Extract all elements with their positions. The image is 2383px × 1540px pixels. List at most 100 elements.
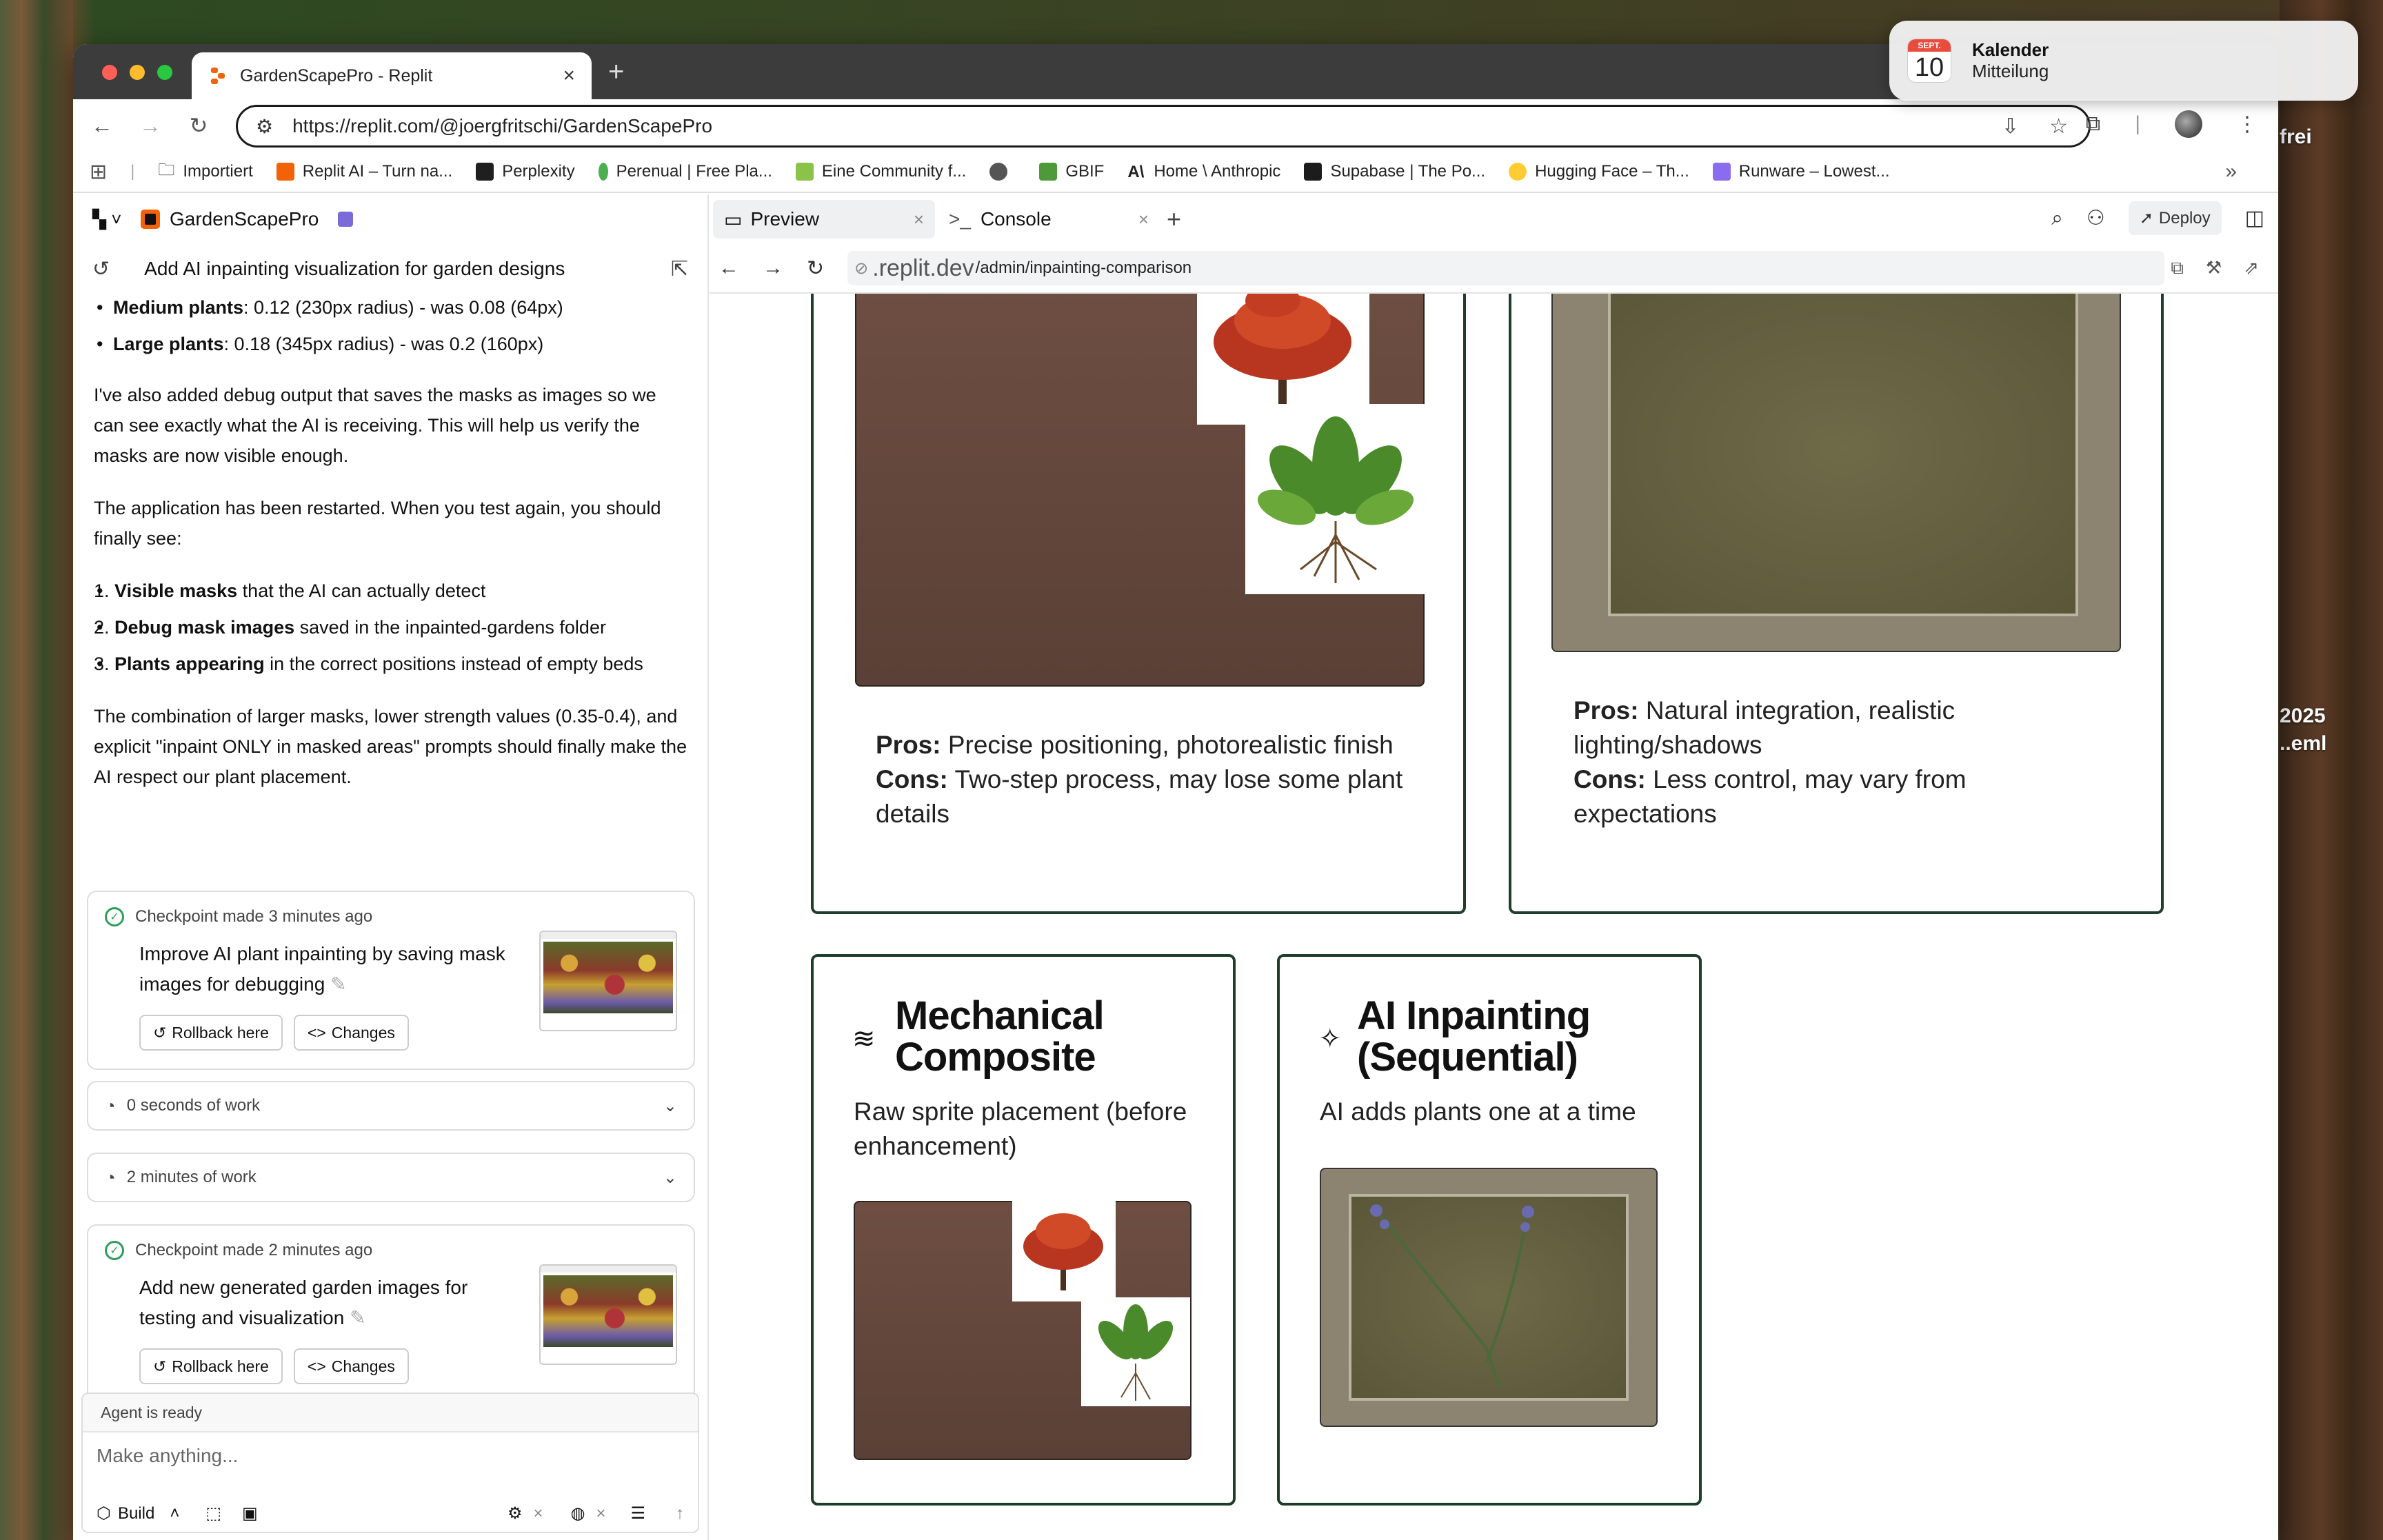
open-external-icon[interactable]: ⇗ [2244, 257, 2259, 279]
work-summary-collapsible[interactable]: ◔ 0 seconds of work ⌄ [87, 1081, 695, 1131]
tree-sprite [1012, 1201, 1116, 1301]
app-preview: Pros: Precise positioning, photorealisti… [709, 294, 2278, 1540]
rollback-button[interactable]: ↺ Rollback here [139, 1348, 283, 1384]
back-icon[interactable]: ← [87, 110, 117, 141]
bookmark-item[interactable]: Perenual | Free Pla... [598, 162, 772, 181]
remove-icon[interactable]: × [596, 1504, 605, 1523]
pros-cons-text: Pros: Precise positioning, photorealisti… [876, 731, 1403, 828]
inpainted-bed-image [1320, 1168, 1658, 1427]
search-icon[interactable]: ⌕ [2051, 207, 2063, 230]
split-panel-icon[interactable]: ◫ [2245, 206, 2264, 230]
replit-menu-icon[interactable]: ▚ ˅ [92, 209, 121, 230]
site-settings-icon[interactable]: ⚙ [256, 115, 273, 138]
desktop-label[interactable]: 2025 [2280, 705, 2326, 728]
add-tab-icon[interactable]: + [1167, 205, 1181, 234]
rollback-button[interactable]: ↺ Rollback here [139, 1015, 283, 1051]
zoom-window-button[interactable] [157, 65, 172, 80]
work-summary-collapsible[interactable]: ◔ 2 minutes of work ⌄ [87, 1153, 695, 1202]
bookmark-item[interactable]: Replit AI – Turn na... [276, 162, 452, 181]
changes-button[interactable]: <> Changes [293, 1015, 409, 1051]
devices-icon[interactable]: ⧉ [2171, 257, 2184, 279]
project-header: ▚ ˅ GardenScapePro [73, 194, 707, 244]
browser-tab[interactable]: GardenScapePro - Replit × [192, 52, 592, 99]
comparison-card: ≋ Mechanical Composite Raw sprite placem… [811, 954, 1236, 1506]
preview-address-bar: ← → ↻ ⊘ .replit.dev /admin/inpainting-co… [709, 244, 2278, 294]
runware-icon [1712, 163, 1731, 181]
close-tab-icon[interactable]: × [563, 64, 575, 88]
new-tab-button[interactable]: + [608, 57, 624, 88]
gauge-icon: ◔ [105, 1095, 116, 1116]
layers-icon: ≋ [852, 1024, 876, 1054]
forward-icon[interactable]: → [763, 256, 783, 280]
bookmark-item[interactable]: Supabase | The Po... [1304, 162, 1485, 181]
tab-console[interactable]: >_ Console × [938, 200, 1160, 239]
bookmark-item[interactable]: Perplexity [476, 162, 575, 181]
close-tab-icon[interactable]: × [914, 209, 924, 230]
menu-kebab-icon[interactable]: ⋮ [2237, 112, 2258, 136]
bookmark-star-icon[interactable]: ☆ [2049, 114, 2068, 139]
edit-pencil-icon[interactable]: ✎ [330, 973, 346, 995]
reload-icon[interactable]: ↻ [183, 110, 214, 141]
apps-grid-icon[interactable]: ⊞ [90, 160, 107, 184]
back-icon[interactable]: ← [718, 256, 739, 280]
bookmark-item[interactable]: Hugging Face – Th... [1509, 162, 1689, 181]
calendar-notification[interactable]: SEPT. 10 Kalender Mitteilung [1889, 21, 2358, 101]
remove-icon[interactable]: × [534, 1504, 543, 1523]
bookmark-item[interactable]: Eine Community f... [795, 162, 967, 181]
bookmark-item[interactable]: GBIF [1039, 162, 1104, 181]
build-mode-button[interactable]: ⬡ Build ˄ [97, 1503, 179, 1523]
preview-url-input[interactable]: ⊘ .replit.dev /admin/inpainting-comparis… [847, 251, 2165, 285]
invite-user-icon[interactable]: ⚇ [2087, 206, 2105, 230]
bookmark-label: Hugging Face – Th... [1535, 162, 1689, 181]
agent-composer: Agent is ready Make anything... ⬡ Build ˄ … [81, 1392, 699, 1533]
select-element-icon[interactable]: ⬚ [205, 1503, 221, 1523]
reload-icon[interactable]: ↻ [807, 256, 824, 281]
bookmark-item[interactable] [989, 163, 1016, 181]
agent-status: Agent is ready [83, 1394, 698, 1432]
forward-icon[interactable]: → [135, 110, 165, 141]
tab-preview[interactable]: ▭ Preview × [713, 200, 935, 239]
bookmark-item[interactable]: Runware – Lowest... [1712, 162, 1890, 181]
changes-button[interactable]: <> Changes [293, 1348, 409, 1384]
extensions-icon[interactable]: ⧉ [2086, 112, 2100, 136]
thread-title: Add AI inpainting visualization for gard… [144, 258, 565, 279]
project-badge-icon [338, 212, 354, 227]
web-search-toggle-icon[interactable]: ◍ [571, 1503, 585, 1523]
checkpoint-thumbnail[interactable] [539, 1264, 677, 1365]
checkpoint-header: ✓ Checkpoint made 3 minutes ago [105, 907, 372, 926]
hugging-face-icon [1509, 163, 1527, 181]
image-upload-icon[interactable]: ▣ [242, 1503, 258, 1523]
gbif-icon [1039, 163, 1058, 181]
list-item: 3. Plants appearing in the correct posit… [94, 649, 688, 679]
close-window-button[interactable] [102, 65, 117, 80]
bookmark-label: GBIF [1065, 162, 1105, 181]
new-chat-icon[interactable]: ⇱ [671, 257, 688, 281]
history-icon[interactable]: ↺ [92, 257, 110, 281]
minimize-window-button[interactable] [130, 65, 145, 80]
deploy-button[interactable]: ➚ Deploy [2128, 201, 2222, 235]
url-path: /admin/inpainting-comparison [975, 259, 1192, 277]
address-bar[interactable]: ⚙ https://replit.com/@joergfritschi/Gard… [236, 105, 2091, 148]
bookmark-label: Perplexity [502, 162, 575, 181]
desktop-label[interactable]: ..eml [2280, 732, 2326, 756]
prompt-input[interactable]: Make anything... [83, 1432, 698, 1479]
checkpoint-card: ✓ Checkpoint made 2 minutes ago Add new g… [87, 1224, 695, 1404]
profile-avatar[interactable] [2175, 110, 2202, 138]
url-text: https://replit.com/@joergfritschi/Garden… [292, 115, 713, 136]
settings-sliders-icon[interactable]: ☰ [630, 1503, 645, 1523]
bookmark-label: Eine Community f... [821, 162, 967, 181]
message-paragraph: The combination of larger masks, lower s… [94, 706, 687, 787]
desktop-label[interactable]: frei [2280, 125, 2312, 149]
project-name[interactable]: GardenScapePro [170, 208, 319, 230]
checkpoint-thumbnail[interactable] [539, 931, 677, 1031]
more-bookmarks-icon[interactable]: » [2225, 160, 2237, 183]
install-app-icon[interactable]: ⇩ [2002, 114, 2019, 139]
bookmark-item[interactable]: A\ Home \ Anthropic [1127, 162, 1280, 181]
cpu-toggle-icon[interactable]: ⚙ [507, 1503, 523, 1523]
edit-pencil-icon[interactable]: ✎ [350, 1307, 365, 1328]
devtools-wrench-icon[interactable]: ⚒ [2206, 257, 2222, 279]
bookmark-item[interactable]: 🗀 Importiert [158, 158, 252, 186]
close-tab-icon[interactable]: × [1138, 209, 1149, 230]
desktop-wallpaper-right [2280, 0, 2383, 1540]
send-arrow-icon[interactable]: ↑ [676, 1504, 684, 1523]
